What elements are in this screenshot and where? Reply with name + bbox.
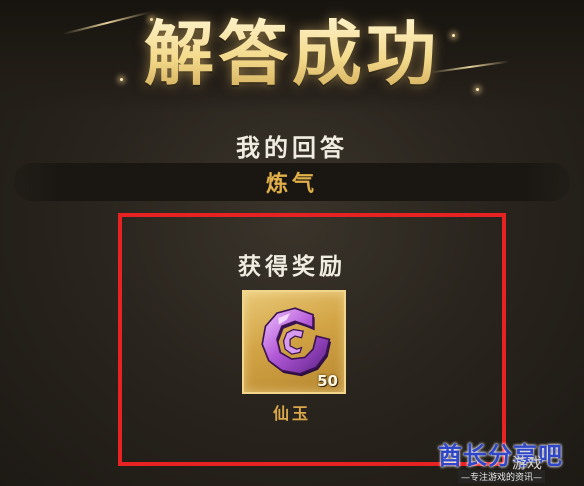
reward-count: 50	[317, 372, 338, 390]
watermark-logo: 酋长分享吧	[438, 442, 563, 470]
watermark-caption: —专注游戏的资讯—	[458, 470, 546, 483]
reward-title: 获得奖励	[238, 253, 346, 280]
answer-label: 我的回答	[236, 133, 348, 162]
reward-name: 仙玉	[272, 404, 311, 423]
reward-item-card[interactable]: 50	[242, 290, 346, 394]
purple-jade-icon	[261, 307, 332, 377]
page-title: 解答成功	[0, 6, 584, 102]
answer-value: 炼气	[265, 171, 318, 197]
